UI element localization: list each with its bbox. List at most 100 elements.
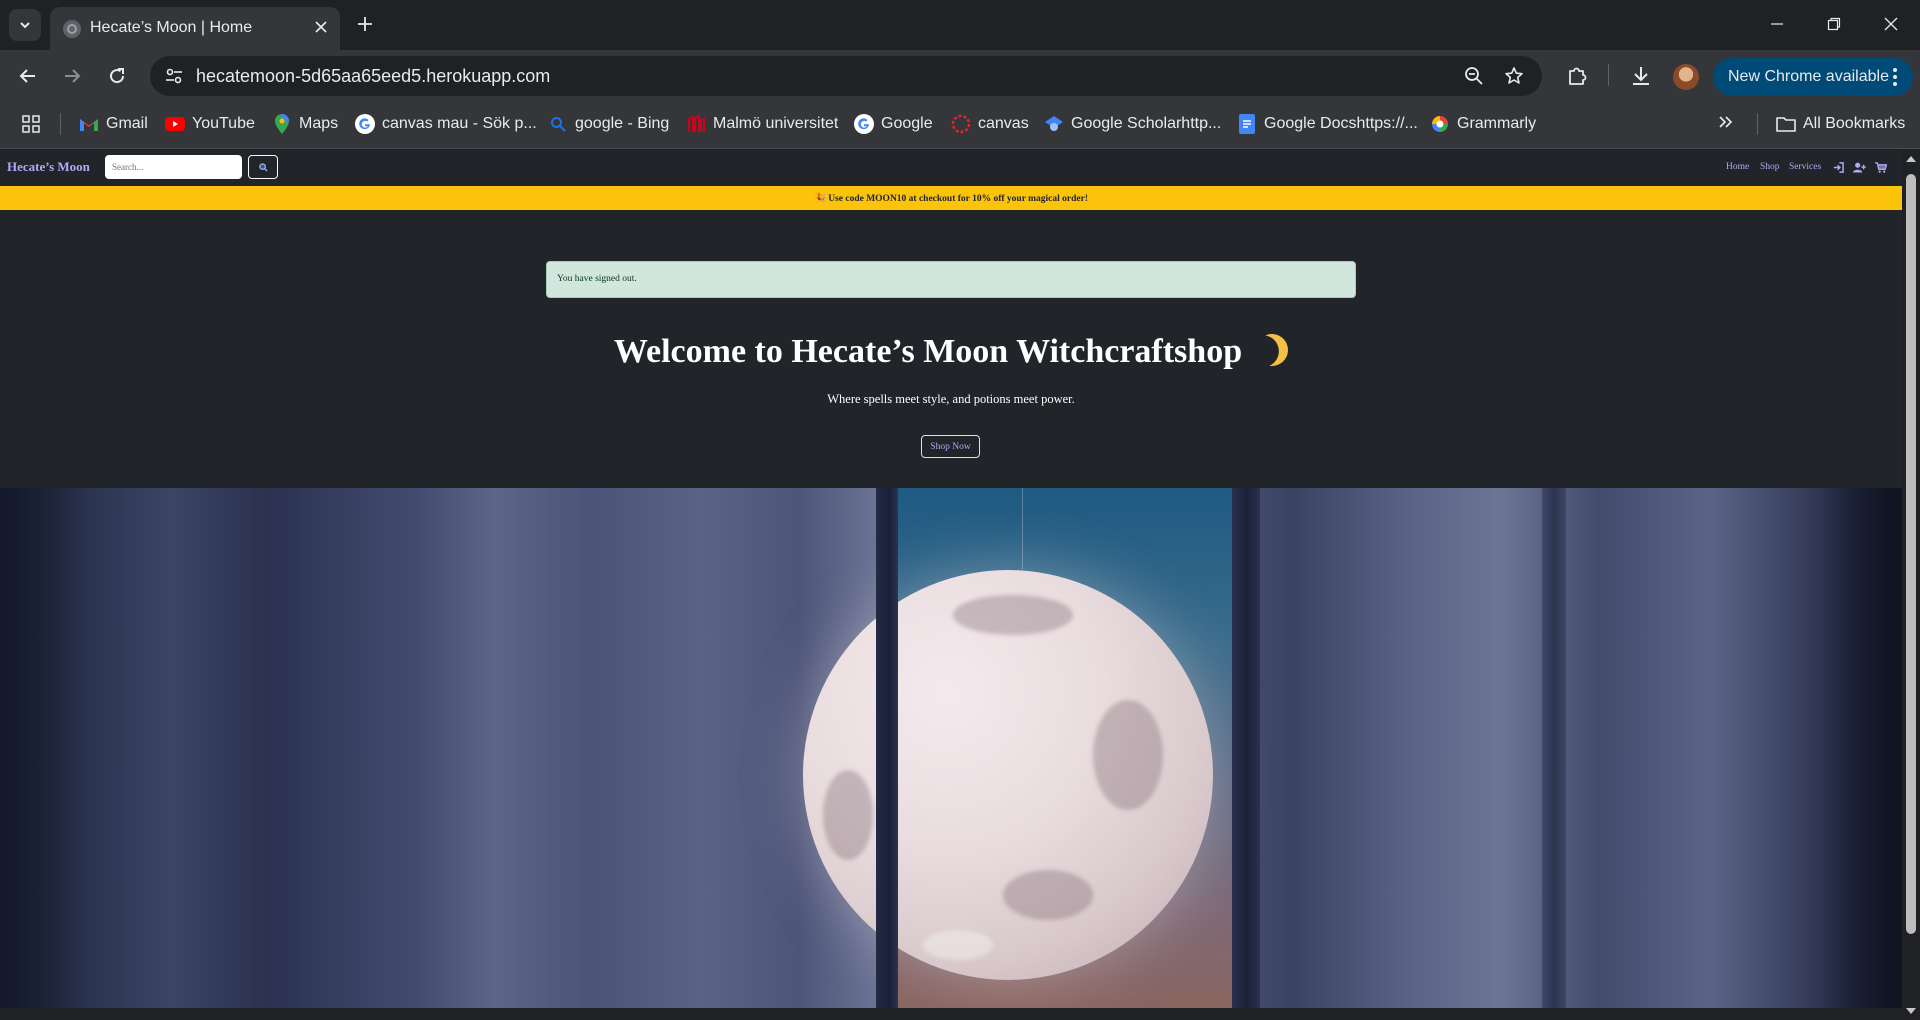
google-icon bbox=[355, 114, 375, 134]
profile-avatar[interactable] bbox=[1673, 64, 1699, 90]
bookmark-google-scholar[interactable]: Google Scholarhttp... bbox=[1044, 111, 1221, 137]
more-vert-icon bbox=[1893, 68, 1897, 86]
site-info-button[interactable] bbox=[162, 64, 186, 88]
site-search-button[interactable] bbox=[248, 155, 278, 179]
docs-icon bbox=[1237, 114, 1257, 134]
arrow-right-icon bbox=[65, 69, 81, 83]
gmail-icon bbox=[79, 114, 99, 134]
url-text[interactable]: hecatemoon-5d65aa65eed5.herokuapp.com bbox=[196, 66, 550, 87]
bookmark-google-docs[interactable]: Google Docshttps://... bbox=[1237, 111, 1418, 137]
scroll-up-arrow-icon[interactable] bbox=[1906, 156, 1916, 162]
canvas-icon bbox=[951, 114, 971, 134]
nav-link-home[interactable]: Home bbox=[1726, 162, 1749, 172]
nav-link-shop[interactable]: Shop bbox=[1760, 162, 1780, 172]
close-window-button[interactable] bbox=[1862, 0, 1920, 48]
bing-search-icon bbox=[548, 114, 568, 134]
bookmark-youtube[interactable]: YouTube bbox=[165, 111, 255, 137]
bookmark-star-button[interactable] bbox=[1502, 64, 1526, 88]
shop-now-button[interactable]: Shop Now bbox=[921, 435, 980, 458]
scrollbar-thumb[interactable] bbox=[1906, 174, 1916, 934]
new-chrome-available-button[interactable]: New Chrome available bbox=[1713, 58, 1913, 96]
arrow-left-icon bbox=[19, 69, 35, 83]
zoom-button[interactable] bbox=[1462, 64, 1486, 88]
back-button[interactable] bbox=[12, 60, 44, 92]
chevron-down-icon bbox=[20, 22, 30, 29]
nav-link-services[interactable]: Services bbox=[1789, 162, 1821, 172]
search-icon bbox=[258, 162, 268, 172]
all-bookmarks-button[interactable]: All Bookmarks bbox=[1776, 111, 1905, 137]
malmo-university-icon bbox=[686, 114, 706, 134]
star-icon bbox=[1505, 67, 1523, 84]
update-label: New Chrome available bbox=[1728, 68, 1889, 85]
browser-toolbar: hecatemoon-5d65aa65eed5.herokuapp.com bbox=[0, 50, 1920, 99]
globe-icon bbox=[63, 20, 81, 38]
google-icon bbox=[854, 114, 874, 134]
shop-now-label: Shop Now bbox=[930, 441, 971, 452]
scholar-icon bbox=[1044, 114, 1064, 134]
tab-close-button[interactable] bbox=[310, 16, 332, 38]
more-bookmarks-chevron-icon[interactable] bbox=[1717, 114, 1733, 135]
youtube-icon bbox=[165, 114, 185, 134]
folder-icon bbox=[1776, 114, 1796, 134]
horizontal-scroll-track bbox=[0, 1008, 1902, 1020]
plus-icon bbox=[358, 17, 372, 31]
hero-tagline: Where spells meet style, and potions mee… bbox=[827, 392, 1075, 406]
login-icon[interactable] bbox=[1831, 160, 1845, 174]
hero-image-moon-string bbox=[1022, 488, 1023, 570]
bookmarks-divider bbox=[60, 113, 61, 135]
alert-message: You have signed out. bbox=[557, 274, 637, 284]
bookmark-gmail[interactable]: Gmail bbox=[79, 111, 148, 137]
bookmark-canvas-mau[interactable]: canvas mau - Sök p... bbox=[355, 111, 537, 137]
moon-lamp-image bbox=[803, 570, 1213, 980]
site-search-input[interactable] bbox=[105, 155, 242, 179]
bookmark-canvas[interactable]: canvas bbox=[951, 111, 1029, 137]
more-menu-button[interactable] bbox=[1887, 65, 1903, 89]
close-icon bbox=[1884, 17, 1898, 31]
site-navbar: Hecate’s Moon Home Shop Services bbox=[0, 150, 1902, 186]
apps-grid-icon[interactable] bbox=[22, 115, 40, 138]
address-bar[interactable]: hecatemoon-5d65aa65eed5.herokuapp.com bbox=[150, 56, 1542, 96]
promo-text: 🎉 Use code MOON10 at checkout for 10% of… bbox=[814, 193, 1088, 204]
browser-tab-active[interactable]: Hecate’s Moon | Home bbox=[50, 7, 340, 50]
bookmarks-bar: Gmail YouTube Maps canvas mau - Sök p...… bbox=[0, 99, 1920, 149]
bookmark-maps[interactable]: Maps bbox=[272, 111, 338, 137]
downloads-button[interactable] bbox=[1627, 62, 1655, 90]
bookmark-grammarly[interactable]: Grammarly bbox=[1430, 111, 1536, 137]
grammarly-icon bbox=[1430, 114, 1450, 134]
hero-image-curtain-pole bbox=[876, 488, 898, 1008]
forward-button[interactable] bbox=[56, 60, 88, 92]
cart-icon[interactable] bbox=[1874, 160, 1888, 174]
restore-button[interactable] bbox=[1805, 0, 1863, 48]
signout-alert: You have signed out. bbox=[546, 261, 1356, 298]
register-user-plus-icon[interactable] bbox=[1852, 160, 1866, 174]
page-scrollbar[interactable] bbox=[1902, 150, 1920, 1020]
puzzle-icon bbox=[1569, 67, 1587, 85]
tab-title: Hecate’s Moon | Home bbox=[90, 19, 253, 36]
minimize-button[interactable] bbox=[1748, 0, 1806, 48]
minimize-icon bbox=[1771, 23, 1783, 25]
download-icon bbox=[1633, 67, 1649, 85]
crescent-moon-icon bbox=[1252, 329, 1293, 370]
zoom-out-icon bbox=[1465, 67, 1483, 85]
toolbar-divider bbox=[1608, 64, 1609, 86]
hero-moon-image bbox=[0, 488, 1902, 1008]
page-viewport: Hecate’s Moon Home Shop Services 🎉 Use c… bbox=[0, 150, 1902, 1008]
close-icon bbox=[315, 21, 327, 33]
restore-icon bbox=[1827, 17, 1841, 31]
maps-icon bbox=[272, 114, 292, 134]
promo-banner: 🎉 Use code MOON10 at checkout for 10% of… bbox=[0, 186, 1902, 210]
bookmarks-divider bbox=[1757, 113, 1758, 135]
tune-icon bbox=[166, 68, 182, 84]
browser-tabstrip: Hecate’s Moon | Home bbox=[0, 0, 1920, 50]
extensions-button[interactable] bbox=[1563, 62, 1591, 90]
reload-button[interactable] bbox=[101, 60, 133, 92]
bookmark-google-bing[interactable]: google - Bing bbox=[548, 111, 669, 137]
reload-icon bbox=[110, 68, 125, 84]
bookmark-google[interactable]: Google bbox=[854, 111, 933, 137]
hero-title-text: Welcome to Hecate’s Moon Witchcraftshop bbox=[613, 333, 1243, 370]
scroll-down-arrow-icon[interactable] bbox=[1906, 1008, 1916, 1014]
tab-search-button[interactable] bbox=[9, 9, 41, 41]
new-tab-button[interactable] bbox=[352, 11, 378, 37]
bookmark-malmo-universitet[interactable]: Malmö universitet bbox=[686, 111, 838, 137]
site-brand[interactable]: Hecate’s Moon bbox=[7, 159, 90, 175]
